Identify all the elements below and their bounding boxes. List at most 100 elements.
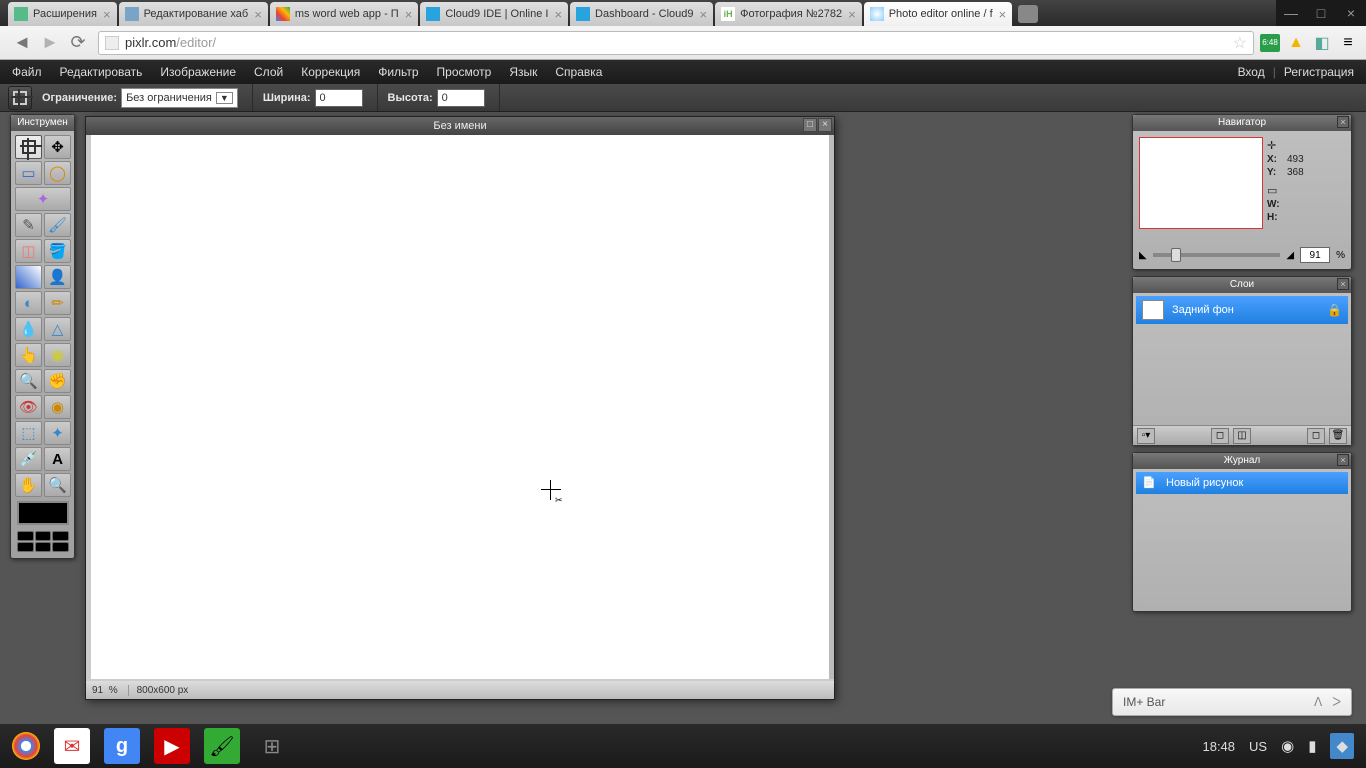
history-item[interactable]: 📄 Новый рисунок [1136, 472, 1348, 494]
gmail-icon[interactable]: ✉ [54, 728, 90, 764]
spot-heal-tool[interactable]: ◉ [44, 395, 71, 419]
dodge-tool[interactable]: 🔍 [15, 369, 42, 393]
panel-close-button[interactable]: × [1337, 116, 1349, 128]
lock-icon[interactable]: 🔒 [1327, 303, 1342, 317]
youtube-icon[interactable]: ▶ [154, 728, 190, 764]
burn-tool[interactable]: ✊ [44, 369, 71, 393]
minimize-button[interactable]: — [1276, 0, 1306, 26]
color-preset[interactable] [35, 542, 52, 552]
color-preset[interactable] [35, 531, 52, 541]
menu-filter[interactable]: Фильтр [378, 65, 418, 79]
pinch-tool[interactable]: ✦ [44, 421, 71, 445]
maximize-button[interactable]: □ [1306, 0, 1336, 26]
crop-tool[interactable] [15, 135, 42, 159]
url-input[interactable]: pixlr.com/editor/ ☆ [98, 31, 1254, 55]
zoom-input[interactable] [1300, 247, 1330, 263]
menu-image[interactable]: Изображение [160, 65, 236, 79]
layer-mask-button[interactable]: ◫ [1233, 428, 1251, 444]
height-input[interactable] [437, 89, 485, 107]
menu-edit[interactable]: Редактировать [60, 65, 143, 79]
delete-layer-button[interactable]: 🗑 [1329, 428, 1347, 444]
close-icon[interactable]: × [999, 7, 1007, 22]
canvas[interactable]: ✂ [91, 135, 829, 679]
close-icon[interactable]: × [848, 7, 856, 22]
layers-title[interactable]: Слои × [1133, 277, 1351, 293]
browser-tab-active[interactable]: Photo editor online / f× [864, 2, 1013, 26]
system-icon[interactable]: ◆ [1330, 733, 1354, 759]
move-tool[interactable]: ✥ [44, 135, 71, 159]
color-preset[interactable] [17, 542, 34, 552]
register-link[interactable]: Регистрация [1284, 65, 1354, 79]
menu-view[interactable]: Просмотр [437, 65, 492, 79]
im-icon[interactable]: ◧ [1312, 34, 1332, 52]
eraser-tool[interactable]: ◫ [15, 239, 42, 263]
browser-tab[interactable]: Редактирование хаб× [119, 2, 268, 26]
constraint-select[interactable]: Без ограничения ▼ [121, 88, 238, 108]
close-window-button[interactable]: × [1336, 0, 1366, 26]
smudge-tool[interactable]: 👆 [15, 343, 42, 367]
zoom-slider-thumb[interactable] [1171, 248, 1181, 262]
reload-button[interactable]: ⟳ [64, 29, 92, 57]
close-icon[interactable]: × [254, 7, 262, 22]
star-icon[interactable]: ☆ [1233, 33, 1247, 53]
menu-help[interactable]: Справка [555, 65, 602, 79]
close-icon[interactable]: × [554, 7, 562, 22]
close-icon[interactable]: × [103, 7, 111, 22]
chrome-icon[interactable] [12, 732, 40, 760]
zoom-tool[interactable]: 🔍 [44, 473, 71, 497]
bloat-tool[interactable]: ⬚ [15, 421, 42, 445]
wifi-icon[interactable]: ◉ [1281, 737, 1294, 755]
new-tab-button[interactable] [1018, 5, 1038, 23]
sharpen-tool[interactable]: △ [44, 317, 71, 341]
sponge-tool[interactable]: ◉ [44, 343, 71, 367]
vertical-scrollbar[interactable] [829, 135, 834, 679]
menu-icon[interactable]: ≡ [1338, 34, 1358, 52]
forward-button[interactable]: ► [36, 29, 64, 57]
marquee-tool[interactable]: ▭ [15, 161, 42, 185]
browser-tab[interactable]: Dashboard - Cloud9× [570, 2, 713, 26]
drawing-tool[interactable]: ✏ [44, 291, 71, 315]
width-input[interactable] [315, 89, 363, 107]
panel-close-button[interactable]: × [1337, 454, 1349, 466]
document-titlebar[interactable]: Без имени □ × [86, 117, 834, 135]
menu-adjustment[interactable]: Коррекция [301, 65, 360, 79]
browser-tab[interactable]: Расширения× [8, 2, 117, 26]
blur-tool[interactable]: 💧 [15, 317, 42, 341]
color-preset[interactable] [52, 542, 69, 552]
navigator-preview[interactable] [1139, 137, 1263, 229]
chevron-right-icon[interactable]: ᐳ [1332, 695, 1341, 709]
red-eye-tool[interactable]: 👁 [15, 395, 42, 419]
wand-tool[interactable]: ✦ [15, 187, 71, 211]
login-link[interactable]: Вход [1238, 65, 1265, 79]
paint-bucket-tool[interactable]: 🪣 [44, 239, 71, 263]
color-replace-tool[interactable]: ◐ [15, 291, 42, 315]
history-title[interactable]: Журнал × [1133, 453, 1351, 469]
layer-item[interactable]: Задний фон 🔒 [1136, 296, 1348, 324]
color-preset[interactable] [52, 531, 69, 541]
paint-app-icon[interactable]: 🖌 [204, 728, 240, 764]
drive-icon[interactable]: ▲ [1286, 34, 1306, 52]
gradient-tool[interactable] [15, 265, 42, 289]
type-tool[interactable]: A [44, 447, 71, 471]
battery-icon[interactable]: ▮ [1308, 737, 1316, 755]
doc-maximize-button[interactable]: □ [803, 118, 817, 132]
menu-layer[interactable]: Слой [254, 65, 283, 79]
clock[interactable]: 18:48 [1202, 739, 1235, 754]
color-preset[interactable] [17, 531, 34, 541]
im-bar[interactable]: IM+ Bar ᐱ ᐳ [1112, 688, 1352, 716]
doc-close-button[interactable]: × [818, 118, 832, 132]
panel-close-button[interactable]: × [1337, 278, 1349, 290]
foreground-color-swatch[interactable] [17, 501, 69, 525]
layer-toggle-button[interactable]: ◻ [1211, 428, 1229, 444]
clone-stamp-tool[interactable]: 👤 [44, 265, 71, 289]
google-search-icon[interactable]: g [104, 728, 140, 764]
lasso-tool[interactable]: ◯ [44, 161, 71, 185]
browser-tab[interactable]: Cloud9 IDE | Online I× [420, 2, 568, 26]
close-icon[interactable]: × [405, 7, 413, 22]
keyboard-layout[interactable]: US [1249, 739, 1267, 754]
new-layer-button[interactable]: ◻ [1307, 428, 1325, 444]
menu-language[interactable]: Язык [509, 65, 537, 79]
close-icon[interactable]: × [700, 7, 708, 22]
hand-tool[interactable]: ✋ [15, 473, 42, 497]
apps-grid-icon[interactable]: ⊞ [254, 728, 290, 764]
